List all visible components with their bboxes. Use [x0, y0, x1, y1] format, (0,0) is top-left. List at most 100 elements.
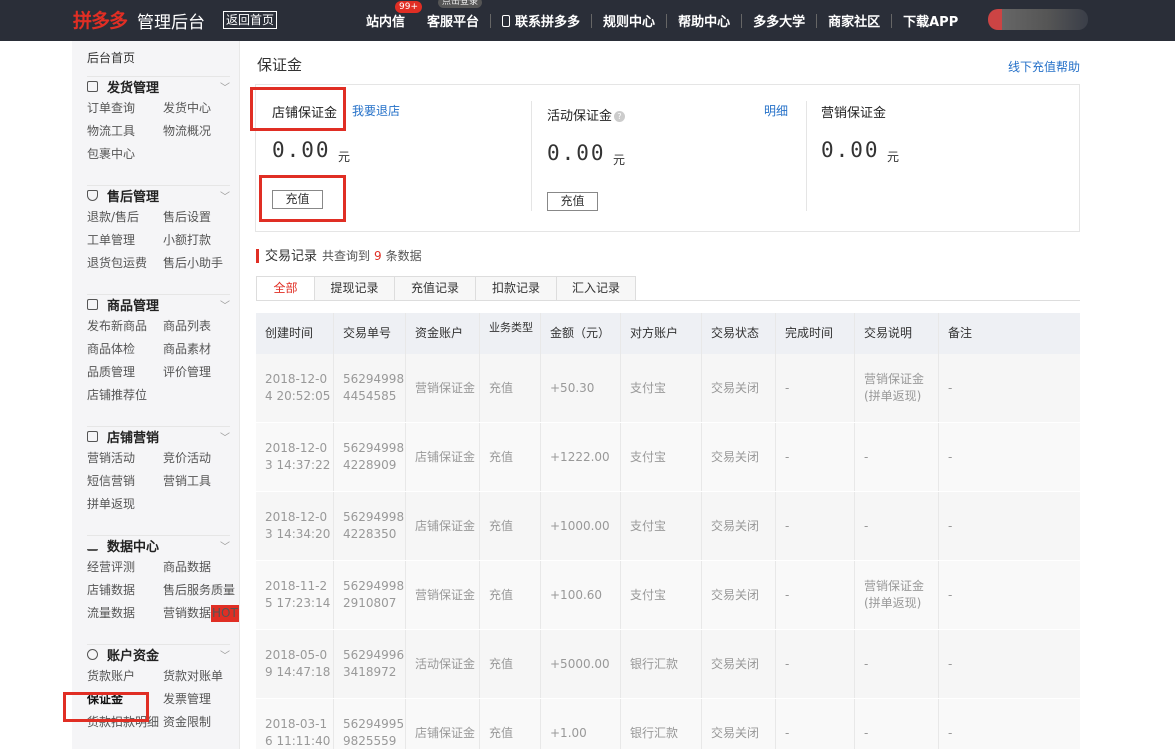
user-avatar[interactable]	[988, 9, 1088, 30]
offline-recharge-help-link[interactable]: 线下充值帮助	[1008, 58, 1080, 75]
sidebar-item[interactable]: 资金限制	[163, 714, 235, 731]
app-title: 管理后台	[137, 13, 205, 33]
activity-deposit-card: 活动保证金? 明细 0.00 元 充值	[532, 85, 806, 231]
sidebar-item[interactable]: 退款/售后	[87, 209, 163, 226]
sidebar-item[interactable]: 店铺数据	[87, 582, 163, 599]
sidebar-item[interactable]: 物流概况	[163, 123, 235, 140]
sidebar-item[interactable]: 售后设置	[163, 209, 235, 226]
table-cell: 营销保证金(拼单返现)	[855, 354, 939, 422]
sidebar-item[interactable]: 拼单返现	[87, 496, 163, 513]
table-cell: 支付宝	[621, 561, 702, 629]
nav-messages[interactable]: 站内信 99+	[355, 1, 422, 30]
sidebar-item[interactable]: 流量数据	[87, 605, 163, 622]
sidebar-item[interactable]: 发票管理	[163, 691, 235, 708]
sidebar-item[interactable]: 售后服务质量	[163, 582, 235, 599]
sidebar-item[interactable]: 小额打款	[163, 232, 235, 249]
table-cell: 充值	[480, 423, 541, 491]
sidebar-group-marketing: 店铺营销 ﹀ 营销活动 竞价活动 短信营销 营销工具 拼单返现	[87, 426, 230, 513]
back-home-link[interactable]: 返回首页	[223, 11, 278, 29]
sidebar-group-header[interactable]: 商品管理 ﹀	[87, 294, 230, 314]
sidebar-item[interactable]: 店铺推荐位	[87, 387, 163, 404]
table-cell: 店铺保证金	[406, 423, 480, 491]
sidebar-item[interactable]: 售后小助手	[163, 255, 235, 272]
sidebar-group-header[interactable]: 账户资金 ﹀	[87, 644, 230, 664]
column-header: 资金账户	[406, 313, 480, 354]
sidebar-item[interactable]: 退货包运费	[87, 255, 163, 272]
sidebar-group-shipping: 发货管理 ﹀ 订单查询 发货中心 物流工具 物流概况 包裹中心	[87, 76, 230, 163]
sidebar-item[interactable]: 经营评测	[87, 559, 163, 576]
column-header: 对方账户	[621, 313, 702, 354]
table-cell: -	[776, 699, 855, 749]
nav-university[interactable]: 多多大学	[742, 11, 816, 30]
table-cell: -	[855, 423, 939, 491]
sidebar-item[interactable]: 包裹中心	[87, 146, 163, 163]
bag-icon	[87, 299, 98, 310]
table-cell: 2018-05-09 14:47:18	[256, 630, 334, 698]
nav-help[interactable]: 帮助中心	[667, 11, 741, 30]
table-header: 创建时间 交易单号 资金账户 业务类型 金额（元） 对方账户 交易状态 完成时间…	[256, 313, 1080, 354]
sidebar-item[interactable]: 工单管理	[87, 232, 163, 249]
sidebar-item[interactable]: 营销数据HOT	[163, 605, 239, 622]
tab-recharge[interactable]: 充值记录	[394, 276, 475, 301]
sidebar-group-header[interactable]: 发货管理 ﹀	[87, 76, 230, 96]
tab-withdraw[interactable]: 提现记录	[314, 276, 394, 301]
brand-logo[interactable]: 拼多多	[73, 6, 128, 33]
document-icon	[87, 81, 98, 92]
sidebar-item[interactable]: 货款对账单	[163, 668, 235, 685]
sidebar-item[interactable]: 物流工具	[87, 123, 163, 140]
sidebar-item[interactable]: 营销工具	[163, 473, 235, 490]
tab-all[interactable]: 全部	[256, 276, 314, 301]
page-title: 保证金	[257, 56, 303, 74]
table-cell: 营销保证金	[406, 354, 480, 422]
sidebar-item[interactable]: 货款账户	[87, 668, 163, 685]
sidebar-item[interactable]: 竞价活动	[163, 450, 235, 467]
nav-rules[interactable]: 规则中心	[592, 11, 666, 30]
table-cell: -	[855, 630, 939, 698]
tab-remittance[interactable]: 汇入记录	[556, 276, 636, 301]
table-cell: 支付宝	[621, 423, 702, 491]
store-deposit-amount: 0.00	[272, 138, 331, 162]
sidebar-item[interactable]: 商品列表	[163, 318, 235, 335]
sidebar-item[interactable]: 商品体检	[87, 341, 163, 358]
sidebar-item[interactable]: 发布新商品	[87, 318, 163, 335]
sidebar-item[interactable]: 订单查询	[87, 100, 163, 117]
table-cell: 营销保证金(拼单返现)	[855, 561, 939, 629]
tab-deduction[interactable]: 扣款记录	[475, 276, 556, 301]
top-bar: 拼多多 管理后台 返回首页 站内信 99+ 客服平台 点击登录 联系拼多多 规则中心…	[0, 0, 1175, 41]
sidebar-item[interactable]: 评价管理	[163, 364, 235, 381]
gift-icon	[87, 431, 98, 442]
help-icon[interactable]: ?	[614, 111, 626, 122]
table-cell: +1222.00	[541, 423, 621, 491]
sidebar-item[interactable]: 发货中心	[163, 100, 235, 117]
table-cell: 充值	[480, 561, 541, 629]
table-cell: -	[855, 492, 939, 560]
sidebar-item[interactable]: 品质管理	[87, 364, 163, 381]
nav-contact[interactable]: 联系拼多多	[491, 11, 591, 30]
nav-download-app[interactable]: 下载APP	[892, 11, 969, 30]
sidebar-item-home[interactable]: 后台首页	[87, 49, 135, 66]
sidebar-group-header[interactable]: 售后管理 ﹀	[87, 185, 230, 205]
exit-store-link[interactable]: 我要退店	[352, 102, 400, 119]
table-cell: 2018-12-04 20:52:05	[256, 354, 334, 422]
sidebar-group-header[interactable]: 数据中心 ﹀	[87, 535, 230, 555]
table-cell: -	[948, 380, 953, 395]
sidebar-item[interactable]: 商品数据	[163, 559, 235, 576]
sidebar-group-header[interactable]: 店铺营销 ﹀	[87, 426, 230, 446]
deposit-summary: 店铺保证金 我要退店 0.00 元 充值 活动保证金? 明细 0.00 元 充值…	[255, 84, 1080, 232]
table-cell: 交易关闭	[702, 492, 776, 560]
login-hint-badge: 点击登录	[438, 0, 483, 8]
nav-customer-service[interactable]: 客服平台 点击登录	[416, 0, 490, 30]
nav-community[interactable]: 商家社区	[817, 11, 891, 30]
table-cell: 支付宝	[621, 354, 702, 422]
sidebar-item[interactable]: 商品素材	[163, 341, 235, 358]
highlight-box	[259, 175, 346, 222]
table-cell: +50.30	[541, 354, 621, 422]
table-cell: -	[776, 561, 855, 629]
table-row: 2018-03-16 11:11:40 562949959825559 店铺保证金充…	[256, 699, 1080, 749]
activity-recharge-button[interactable]: 充值	[547, 192, 598, 211]
activity-detail-link[interactable]: 明细	[764, 102, 788, 119]
sidebar-item[interactable]: 营销活动	[87, 450, 163, 467]
table-cell: +1.00	[541, 699, 621, 749]
sidebar-item[interactable]: 短信营销	[87, 473, 163, 490]
table-cell: 支付宝	[621, 492, 702, 560]
